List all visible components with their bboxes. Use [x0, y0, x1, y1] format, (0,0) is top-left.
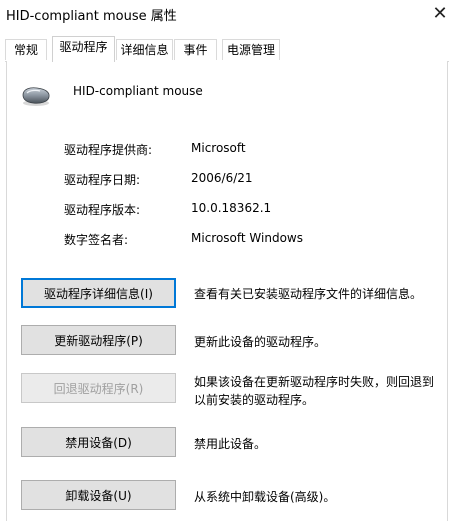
- device-name: HID-compliant mouse: [73, 84, 203, 98]
- provider-label: 驱动程序提供商:: [64, 143, 153, 157]
- update-driver-button[interactable]: 更新驱动程序(P): [21, 325, 176, 355]
- disable-device-description: 禁用此设备。: [194, 437, 267, 451]
- tab-events[interactable]: 事件: [174, 39, 217, 60]
- tab-power-management[interactable]: 电源管理: [222, 39, 280, 60]
- driver-details-description: 查看有关已安装驱动程序文件的详细信息。: [194, 287, 423, 301]
- mouse-icon: [20, 83, 52, 109]
- tab-general[interactable]: 常规: [5, 39, 47, 60]
- uninstall-device-button[interactable]: 卸载设备(U): [21, 480, 176, 510]
- rollback-driver-description: 如果该设备在更新驱动程序时失败，则回退到以前安装的驱动程序。: [194, 375, 435, 407]
- date-label: 驱动程序日期:: [64, 173, 141, 187]
- uninstall-device-description: 从系统中卸载设备(高级)。: [194, 490, 336, 504]
- tab-bar: 常规 驱动程序 详细信息 事件 电源管理: [0, 36, 454, 62]
- title-bar: HID-compliant mouse 属性 ✕: [0, 0, 454, 32]
- date-value: 2006/6/21: [191, 171, 253, 185]
- window-title: HID-compliant mouse 属性: [6, 9, 177, 24]
- signer-value: Microsoft Windows: [191, 231, 303, 245]
- rollback-driver-button: 回退驱动程序(R): [21, 373, 176, 403]
- driver-details-button[interactable]: 驱动程序详细信息(I): [21, 278, 176, 308]
- tab-driver[interactable]: 驱动程序: [52, 36, 115, 62]
- tab-details[interactable]: 详细信息: [116, 39, 173, 60]
- update-driver-description: 更新此设备的驱动程序。: [194, 335, 327, 349]
- close-icon[interactable]: ✕: [426, 0, 454, 30]
- version-label: 驱动程序版本:: [64, 203, 141, 217]
- version-value: 10.0.18362.1: [191, 201, 272, 215]
- provider-value: Microsoft: [191, 141, 246, 155]
- disable-device-button[interactable]: 禁用设备(D): [21, 427, 176, 457]
- signer-label: 数字签名者:: [64, 233, 129, 247]
